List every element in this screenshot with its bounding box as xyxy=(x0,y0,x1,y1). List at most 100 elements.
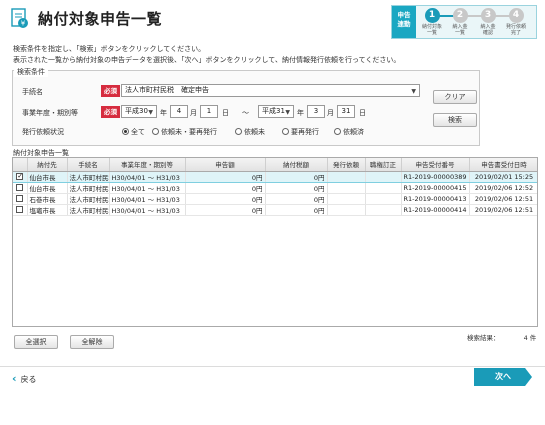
row-checkbox-cell[interactable] xyxy=(13,204,28,216)
table-cell: 法人市町村民税 xyxy=(67,182,110,194)
result-count-label: 検索結果： xyxy=(467,334,500,342)
search-panel-title: 検索条件 xyxy=(14,67,48,77)
select-all-button[interactable]: 全選択 xyxy=(14,335,58,349)
column-header[interactable]: 発行依頼 xyxy=(327,158,366,172)
step-1: 1 納付対象 一覧 xyxy=(421,8,442,36)
table-cell: 0円 xyxy=(265,204,328,216)
table-cell: 0円 xyxy=(185,170,266,183)
radio-dot xyxy=(334,128,341,135)
column-header[interactable]: 申告額 xyxy=(185,158,266,172)
radio-reissue[interactable]: 要再発行 xyxy=(282,127,319,137)
table-cell xyxy=(327,193,366,205)
table-cell: 石巻市長 xyxy=(27,193,68,205)
table-cell: 0円 xyxy=(185,182,266,194)
table-cell: H30/04/01 ～ H31/03 xyxy=(109,193,186,205)
table-cell: 0円 xyxy=(185,204,266,216)
table-cell xyxy=(327,170,366,183)
step-4: 4 発行依頼 完了 xyxy=(505,8,526,36)
radio-dot xyxy=(122,128,129,135)
unit-label: 月 xyxy=(190,109,197,117)
unit-label: 日 xyxy=(222,109,229,117)
to-month-input[interactable]: 31 xyxy=(337,105,355,118)
unit-label: 年 xyxy=(297,109,304,117)
instructions: 検索条件を指定し、「検索」ボタンをクリックしてください。 表示された一覧から納付… xyxy=(13,44,400,66)
table-cell: 仙台市長 xyxy=(27,182,68,194)
radio-not-requested[interactable]: 依頼未 xyxy=(235,127,265,137)
table-cell: H30/04/01 ～ H31/03 xyxy=(109,170,186,183)
step-3: 3 納入金 確認 xyxy=(480,8,496,36)
table-cell: 2019/02/06 12:51 xyxy=(469,204,537,216)
column-header[interactable]: 事業年度・期別等 xyxy=(109,158,186,172)
procedure-label: 手続名 xyxy=(22,88,43,96)
table-cell: R1-2019-00000389 xyxy=(401,170,470,183)
radio-dot xyxy=(235,128,242,135)
search-button[interactable]: 検索 xyxy=(433,113,477,127)
unit-label: 日 xyxy=(359,109,366,117)
deselect-all-button[interactable]: 全解除 xyxy=(70,335,114,349)
row-checkbox-cell[interactable] xyxy=(13,193,28,205)
unit-label: 年 xyxy=(160,109,167,117)
table-cell: 法人市町村民税 xyxy=(67,193,110,205)
from-era-select[interactable]: 平成30 ▼ xyxy=(121,105,157,118)
from-month-input[interactable]: 1 xyxy=(200,105,218,118)
table-cell: R1-2019-00000415 xyxy=(401,182,470,194)
table-cell xyxy=(365,204,402,216)
row-checkbox[interactable] xyxy=(16,205,24,213)
table-cell: 2019/02/06 12:51 xyxy=(469,193,537,205)
radio-all[interactable]: 全て xyxy=(122,127,145,137)
chevron-down-icon: ▼ xyxy=(148,109,153,116)
footer-divider xyxy=(0,366,545,367)
row-checkbox-cell[interactable] xyxy=(13,170,28,183)
column-header[interactable]: 手続名 xyxy=(67,158,110,172)
row-checkbox-cell[interactable] xyxy=(13,182,28,194)
from-year-input[interactable]: 4 xyxy=(170,105,188,118)
chevron-left-icon: ‹ xyxy=(12,372,17,385)
step-indicator: 申告 連動 1 納付対象 一覧 2 納入金 一覧 3 納入金 確認 4 発行依頼 完了 xyxy=(391,5,537,39)
status-label: 発行依頼状況 xyxy=(22,128,64,136)
table-row[interactable]: 仙台市長 法人市町村民税 H30/04/01 ～ H31/03 0円 0円 R1… xyxy=(13,182,537,194)
radio-requested[interactable]: 依頼済 xyxy=(334,127,364,137)
procedure-select[interactable]: 法人市町村民税 確定申告 ▼ xyxy=(121,84,420,97)
header: ¥ 納付対象申告一覧 申告 連動 1 納付対象 一覧 2 納入金 一覧 3 納入金 確認… xyxy=(0,0,545,39)
instruction-line: 表示された一覧から納付対象の申告データを選択後、「次へ」ボタンをクリックして、納… xyxy=(13,56,401,64)
table-cell: 0円 xyxy=(185,193,266,205)
range-separator: ～ xyxy=(242,109,249,117)
column-header-check[interactable] xyxy=(13,158,28,172)
to-era-select[interactable]: 平成31 ▼ xyxy=(258,105,294,118)
document-yen-icon: ¥ xyxy=(11,8,28,28)
to-year-input[interactable]: 3 xyxy=(307,105,325,118)
table-cell: 法人市町村民税 xyxy=(67,204,110,216)
table-cell: 法人市町村民税 xyxy=(67,170,110,183)
clear-button[interactable]: クリア xyxy=(433,90,477,104)
radio-dot xyxy=(152,128,159,135)
row-checkbox[interactable] xyxy=(16,194,24,202)
chevron-down-icon: ▼ xyxy=(411,88,416,95)
result-count-value: 4 件 xyxy=(523,334,537,342)
table-cell xyxy=(365,170,402,183)
column-header[interactable]: 申告書受付日時 xyxy=(469,158,537,172)
column-header[interactable]: 職権訂正 xyxy=(365,158,402,172)
column-header[interactable]: 申告受付番号 xyxy=(401,158,470,172)
table-row[interactable]: 塩竈市長 法人市町村民税 H30/04/01 ～ H31/03 0円 0円 R1… xyxy=(13,204,537,216)
table-cell: R1-2019-00000413 xyxy=(401,193,470,205)
result-count: 検索結果： 4 件 xyxy=(467,332,536,342)
back-button[interactable]: ‹ 戻る xyxy=(12,372,37,385)
table-row[interactable]: 仙台市長 法人市町村民税 H30/04/01 ～ H31/03 0円 0円 R1… xyxy=(13,170,537,183)
radio-not-requested-or-reissue[interactable]: 依頼未・要再発行 xyxy=(152,127,217,137)
column-header[interactable]: 納付税額 xyxy=(265,158,328,172)
table-cell xyxy=(365,182,402,194)
table-cell: 2019/02/06 12:52 xyxy=(469,182,537,194)
row-checkbox[interactable] xyxy=(16,172,24,180)
table-header-row: 納付先 手続名 事業年度・期別等 申告額 納付税額 発行依頼 職権訂正 申告受付… xyxy=(13,158,537,172)
row-checkbox[interactable] xyxy=(16,183,24,191)
chevron-down-icon: ▼ xyxy=(285,109,290,116)
results-table: 納付先 手続名 事業年度・期別等 申告額 納付税額 発行依頼 職権訂正 申告受付… xyxy=(12,157,538,327)
table-cell: 0円 xyxy=(265,182,328,194)
table-row[interactable]: 石巻市長 法人市町村民税 H30/04/01 ～ H31/03 0円 0円 R1… xyxy=(13,193,537,205)
next-button[interactable]: 次へ xyxy=(474,368,532,386)
column-header[interactable]: 納付先 xyxy=(27,158,68,172)
table-cell xyxy=(365,193,402,205)
period-label: 事業年度・期別等 xyxy=(22,109,78,117)
table-cell xyxy=(327,204,366,216)
table-cell: H30/04/01 ～ H31/03 xyxy=(109,204,186,216)
